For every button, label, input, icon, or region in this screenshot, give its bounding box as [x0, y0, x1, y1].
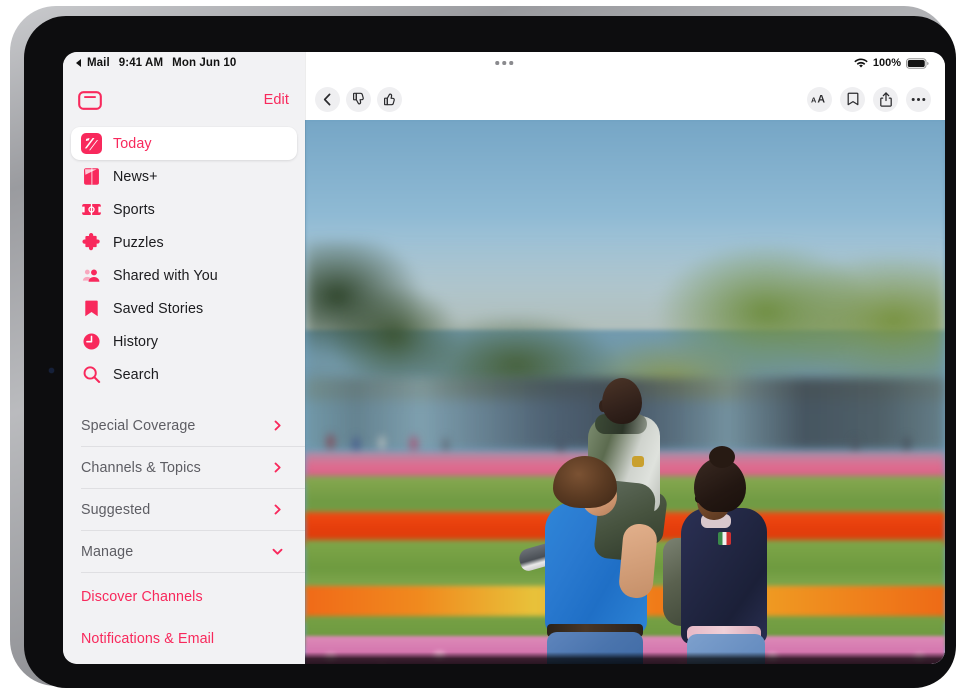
sidebar-toolbar: Edit: [63, 78, 305, 122]
sidebar-group-manage[interactable]: Manage: [81, 531, 305, 573]
group-label: Channels & Topics: [81, 460, 201, 476]
screen: Mail 9:41 AM Mon Jun 10 100%: [63, 52, 945, 664]
shared-people-icon: [81, 265, 102, 286]
device-bezel: Mail 9:41 AM Mon Jun 10 100%: [24, 16, 956, 688]
photo-woman-jacket: [681, 508, 767, 644]
chevron-right-icon: [272, 420, 283, 431]
sidebar-item-saved-stories[interactable]: Saved Stories: [71, 292, 297, 325]
svg-text:A: A: [811, 95, 817, 104]
sidebar-group-list: Special Coverage Channels & Topics: [63, 405, 305, 573]
article-toolbar-right: A A: [807, 87, 931, 112]
article-toolbar: A A: [305, 78, 945, 120]
sidebar-toggle-icon[interactable]: [78, 91, 102, 110]
sidebar-item-label: Search: [113, 367, 159, 383]
sidebar-item-label: Today: [113, 136, 152, 152]
multitasking-handle-icon[interactable]: [495, 61, 513, 65]
sidebar-item-history[interactable]: History: [71, 325, 297, 358]
sidebar-item-label: Saved Stories: [113, 301, 203, 317]
chevron-right-icon: [272, 504, 283, 515]
sidebar-item-label: Shared with You: [113, 268, 218, 284]
group-label: Special Coverage: [81, 418, 195, 434]
sidebar-item-shared-with-you[interactable]: Shared with You: [71, 259, 297, 292]
chevron-right-icon: [272, 462, 283, 473]
thumbs-down-icon: [352, 92, 366, 106]
puzzle-piece-icon: [81, 232, 102, 253]
share-icon: [880, 92, 892, 107]
apple-news-icon: [81, 133, 102, 154]
dislike-button[interactable]: [346, 87, 371, 112]
sidebar-group-channels-topics[interactable]: Channels & Topics: [81, 447, 305, 489]
like-button[interactable]: [377, 87, 402, 112]
photo-child-head: [602, 378, 642, 424]
front-camera-icon: [49, 368, 54, 373]
manage-link-notifications-email[interactable]: Notifications & Email: [81, 617, 305, 659]
bookmark-icon: [81, 298, 102, 319]
article-toolbar-left: [315, 87, 402, 112]
search-icon: [81, 364, 102, 385]
photo-man-arm: [618, 523, 658, 600]
photo-woman-jacket-emblem: [718, 532, 731, 545]
news-plus-icon: [81, 166, 102, 187]
chevron-down-icon: [272, 546, 283, 557]
sports-field-icon: [81, 199, 102, 220]
manage-link-family-sharing[interactable]: Family Sharing: [81, 659, 305, 664]
ellipsis-icon: [911, 97, 926, 102]
text-size-button[interactable]: A A: [807, 87, 832, 112]
sidebar: Edit Today: [63, 52, 305, 664]
handle-dot: [509, 61, 513, 65]
group-label: Manage: [81, 544, 133, 560]
photo-caption-overlay: [305, 652, 945, 664]
chevron-left-icon: [321, 93, 334, 106]
photo-subjects: [305, 120, 945, 664]
handle-dot: [495, 61, 499, 65]
sidebar-item-today[interactable]: Today: [71, 127, 297, 160]
back-button[interactable]: [315, 87, 340, 112]
text-size-aa-icon: A A: [811, 93, 828, 105]
more-button[interactable]: [906, 87, 931, 112]
manage-link-discover-channels[interactable]: Discover Channels: [81, 575, 305, 617]
sidebar-group-suggested[interactable]: Suggested: [81, 489, 305, 531]
edit-button[interactable]: Edit: [264, 92, 289, 108]
sidebar-group-special-coverage[interactable]: Special Coverage: [81, 405, 305, 447]
split-view: Edit Today: [63, 52, 945, 664]
sidebar-item-label: News+: [113, 169, 158, 185]
article-pane: The Bellingham Herald: [305, 52, 945, 664]
group-label: Suggested: [81, 502, 150, 518]
svg-text:A: A: [817, 94, 825, 105]
sidebar-item-sports[interactable]: Sports: [71, 193, 297, 226]
sidebar-nav-list: Today News+: [63, 122, 305, 391]
sidebar-item-label: Sports: [113, 202, 155, 218]
sidebar-item-puzzles[interactable]: Puzzles: [71, 226, 297, 259]
clock-icon: [81, 331, 102, 352]
sidebar-item-search[interactable]: Search: [71, 358, 297, 391]
save-story-button[interactable]: [840, 87, 865, 112]
article-hero-photo[interactable]: [305, 120, 945, 664]
handle-dot: [502, 61, 506, 65]
photo-child-jacket-badge: [632, 456, 644, 467]
share-button[interactable]: [873, 87, 898, 112]
sidebar-item-label: Puzzles: [113, 235, 164, 251]
bookmark-icon: [847, 92, 859, 106]
thumbs-up-icon: [383, 92, 397, 106]
device-frame: Mail 9:41 AM Mon Jun 10 100%: [10, 6, 950, 686]
sidebar-item-news-plus[interactable]: News+: [71, 160, 297, 193]
sidebar-manage-links: Discover Channels Notifications & Email …: [63, 573, 305, 664]
sidebar-item-label: History: [113, 334, 158, 350]
photo-woman-hair-bun: [709, 446, 735, 468]
